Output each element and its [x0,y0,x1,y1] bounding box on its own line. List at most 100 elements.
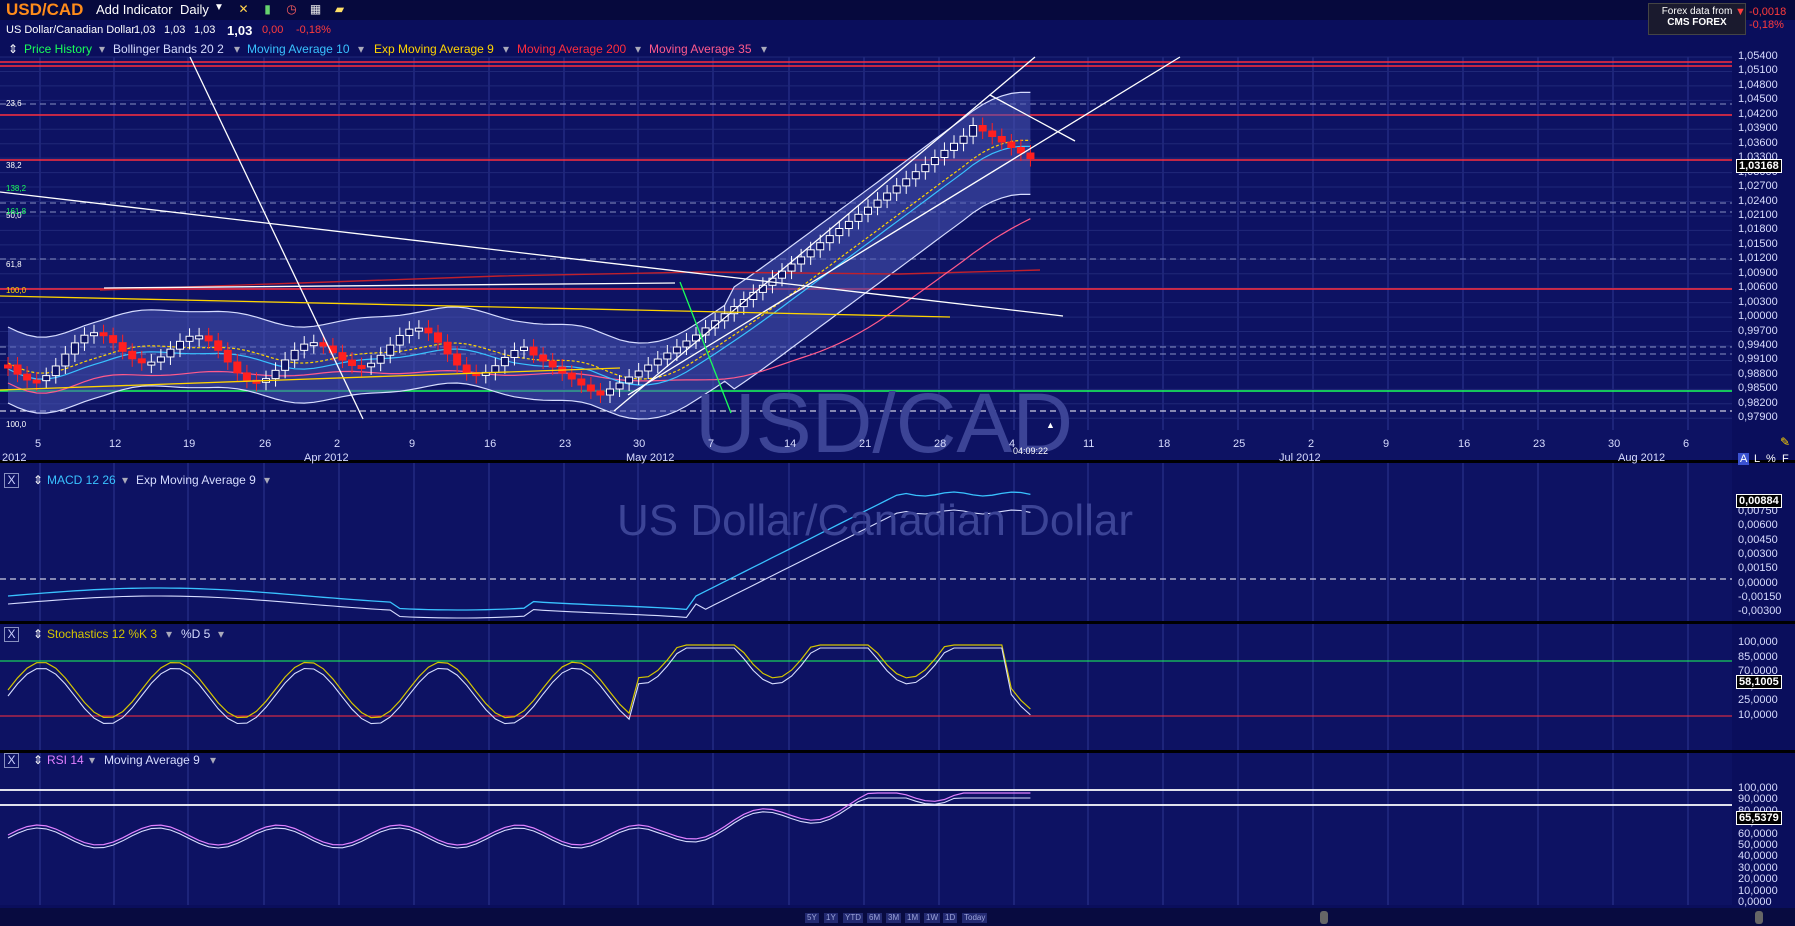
candle-body [873,199,882,208]
chevron-down-icon[interactable]: ▾ [210,753,216,767]
candle-body [51,365,60,377]
axis-tick: -0,00150 [1738,590,1782,603]
date-tick: 25 [1233,438,1246,450]
candle-body [42,375,51,382]
timeframe-button[interactable]: 6M [867,913,883,923]
axis-tick: 100,000 [1738,782,1778,794]
axis-tick: -0,00300 [1738,605,1782,618]
axis-mode-pct[interactable]: % [1766,453,1776,465]
price-tick: 1,01200 [1738,252,1778,265]
name-watermark: US Dollar/Canadian Dollar [617,496,1134,545]
price-tick: 1,02700 [1738,180,1778,193]
fib-label: 138,2 [6,184,27,193]
price-tick: 1,01800 [1738,223,1778,236]
candle-body [214,340,223,351]
candle-body [23,373,32,381]
candle-body [271,369,280,380]
scroll-handle-left[interactable] [1320,911,1328,924]
timeframe-button[interactable]: 1M [905,913,921,923]
macd-value: 0,00884 [1736,494,1782,508]
close-icon[interactable]: X [4,627,19,642]
candle-body [672,346,681,354]
price-tick: 1,00000 [1738,310,1778,323]
candle-body [500,356,509,367]
price-tick: 1,02400 [1738,194,1778,207]
axis-tick: 0,00150 [1738,562,1778,575]
fib-label: 100,0 [6,420,27,429]
date-tick: 16 [1458,438,1471,450]
axis-tick: 90,0000 [1738,793,1778,806]
stoch-label[interactable]: Stochastics 12 %K 3 [47,627,157,641]
candle-body [950,142,958,151]
macd-signal-label[interactable]: Exp Moving Average 9 [136,473,256,487]
chevron-down-icon[interactable]: ▾ [89,753,95,767]
chevron-down-icon[interactable]: ▾ [218,627,224,641]
candle-body [835,228,844,237]
close-icon[interactable]: X [4,753,19,768]
rsi-label[interactable]: RSI 14 [47,753,84,767]
chevron-down-icon[interactable]: ▾ [166,627,172,641]
candle-body [606,388,614,396]
time-marker: 04:09:22 [1013,446,1049,456]
candle-body [978,125,987,132]
candle-body [644,364,653,372]
candle-body [376,354,385,364]
candle-body [395,334,404,346]
candle-body [242,372,251,381]
axis-mode-f[interactable]: F [1782,453,1789,465]
candle-body [969,125,978,137]
timeframe-button[interactable]: 5Y [805,913,819,923]
scroll-handle-right[interactable] [1755,911,1763,924]
stoch-d-label[interactable]: %D 5 [181,627,210,641]
candle-body [405,328,414,336]
timeframe-button[interactable]: 1D [943,913,958,923]
date-tick: 9 [1383,438,1390,450]
chevron-down-icon[interactable]: ▾ [264,473,270,487]
chevron-down-icon[interactable]: ▾ [122,473,128,487]
candle-body [118,342,127,352]
axis-mode-l[interactable]: L [1754,453,1760,465]
date-tick: 14 [784,438,797,450]
close-icon[interactable]: X [4,473,19,488]
candle-body [348,359,356,367]
candle-body [290,349,299,361]
timeframe-button[interactable]: 1W [924,913,940,923]
price-tick: 1,00600 [1738,281,1778,294]
candle-body [892,185,901,194]
rsi-ma-label[interactable]: Moving Average 9 [104,753,200,767]
candle-body [414,327,423,332]
timeframe-button[interactable]: 1Y [824,913,838,923]
axis-tick: 100,000 [1738,636,1778,648]
reorder-icon[interactable]: ⇕ [33,627,43,641]
candle-body [319,342,328,347]
timeframe-button[interactable]: 3M [886,913,902,923]
price-tick: 0,98800 [1738,367,1778,380]
macd-label[interactable]: MACD 12 26 [47,473,116,487]
fib-label: 161,8 [6,207,27,216]
price-tick: 0,99100 [1738,353,1778,366]
candle-body [787,263,796,272]
pencil-icon[interactable]: ✎ [1780,435,1790,449]
timeframe-button[interactable]: YTD [843,913,863,923]
date-tick: 28 [934,438,947,450]
date-tick: 11 [1083,438,1095,450]
candle-body [195,335,204,340]
reorder-icon[interactable]: ⇕ [33,753,43,767]
fib-label: 38,2 [6,161,22,170]
candle-body [844,220,853,229]
date-tick: 30 [633,438,646,450]
axis-tick: 30,0000 [1738,861,1778,874]
timeframe-button[interactable]: Today [962,913,988,923]
fib-label: 61,8 [6,260,22,269]
candle-body [921,164,930,173]
date-tick: 18 [1158,438,1171,450]
candle-body [434,332,442,343]
axis-mode-a[interactable]: A [1738,453,1750,465]
candle-body [99,332,108,337]
candle-body [997,136,1006,143]
candle-body [567,372,576,380]
reorder-icon[interactable]: ⇕ [33,473,43,487]
candle-body [816,242,825,251]
candle-body [281,359,290,371]
candle-body [90,332,98,337]
